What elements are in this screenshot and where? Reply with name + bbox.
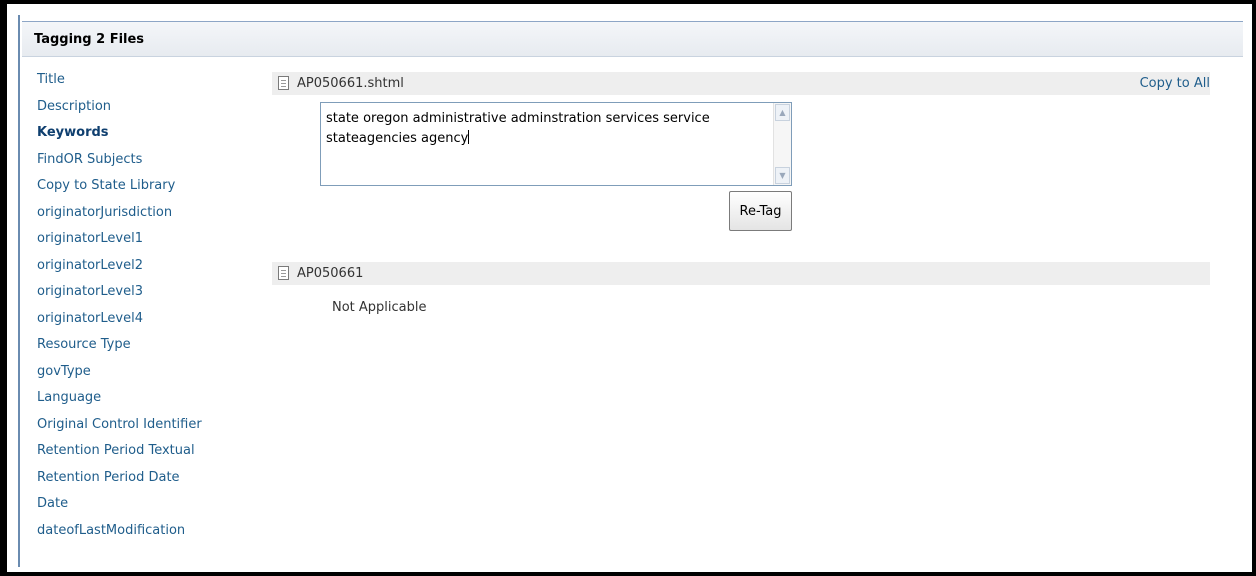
sidebar-item-date[interactable]: Date [37, 496, 202, 523]
scroll-down-icon[interactable]: ▼ [775, 167, 790, 184]
sidebar-item-keywords[interactable]: Keywords [37, 125, 202, 152]
sidebar-item-copy-to-state-library[interactable]: Copy to State Library [37, 178, 202, 205]
sidebar-item-date-of-last-modification[interactable]: dateofLastModification [37, 523, 202, 550]
keywords-textarea[interactable]: state oregon administrative adminstratio… [320, 102, 792, 186]
sidebar-item-originator-level2[interactable]: originatorLevel2 [37, 258, 202, 285]
sidebar-item-retention-period-textual[interactable]: Retention Period Textual [37, 443, 202, 470]
sidebar-item-language[interactable]: Language [37, 390, 202, 417]
copy-to-all-link[interactable]: Copy to All [1140, 76, 1210, 91]
sidebar-item-original-control-identifier[interactable]: Original Control Identifier [37, 417, 202, 444]
file-name: AP050661.shtml [297, 76, 404, 91]
sidebar-item-retention-period-date[interactable]: Retention Period Date [37, 470, 202, 497]
keywords-value: state oregon administrative adminstratio… [326, 111, 714, 146]
field-list: Title Description Keywords FindOR Subjec… [37, 72, 202, 549]
sidebar-item-resource-type[interactable]: Resource Type [37, 337, 202, 364]
document-icon [278, 76, 289, 90]
sidebar-item-originator-level4[interactable]: originatorLevel4 [37, 311, 202, 338]
sidebar-item-originator-level1[interactable]: originatorLevel1 [37, 231, 202, 258]
left-accent-line [18, 15, 20, 567]
page-title: Tagging 2 Files [34, 32, 145, 47]
textarea-scrollbar[interactable]: ▲ ▼ [773, 103, 791, 185]
sidebar-item-originator-level3[interactable]: originatorLevel3 [37, 284, 202, 311]
document-icon [278, 266, 289, 280]
scroll-up-icon[interactable]: ▲ [775, 104, 790, 121]
sidebar-item-description[interactable]: Description [37, 99, 202, 126]
file-header-1: AP050661.shtml Copy to All [272, 72, 1210, 95]
sidebar-item-originator-jurisdiction[interactable]: originatorJurisdiction [37, 205, 202, 232]
sidebar-item-findor-subjects[interactable]: FindOR Subjects [37, 152, 202, 179]
retag-button[interactable]: Re-Tag [729, 191, 792, 231]
sidebar-item-gov-type[interactable]: govType [37, 364, 202, 391]
text-caret [468, 130, 470, 144]
sidebar-item-title[interactable]: Title [37, 72, 202, 99]
not-applicable-text: Not Applicable [332, 300, 427, 315]
panel-header: Tagging 2 Files [22, 21, 1243, 57]
file-name: AP050661 [297, 266, 364, 281]
file-header-2: AP050661 [272, 262, 1210, 285]
